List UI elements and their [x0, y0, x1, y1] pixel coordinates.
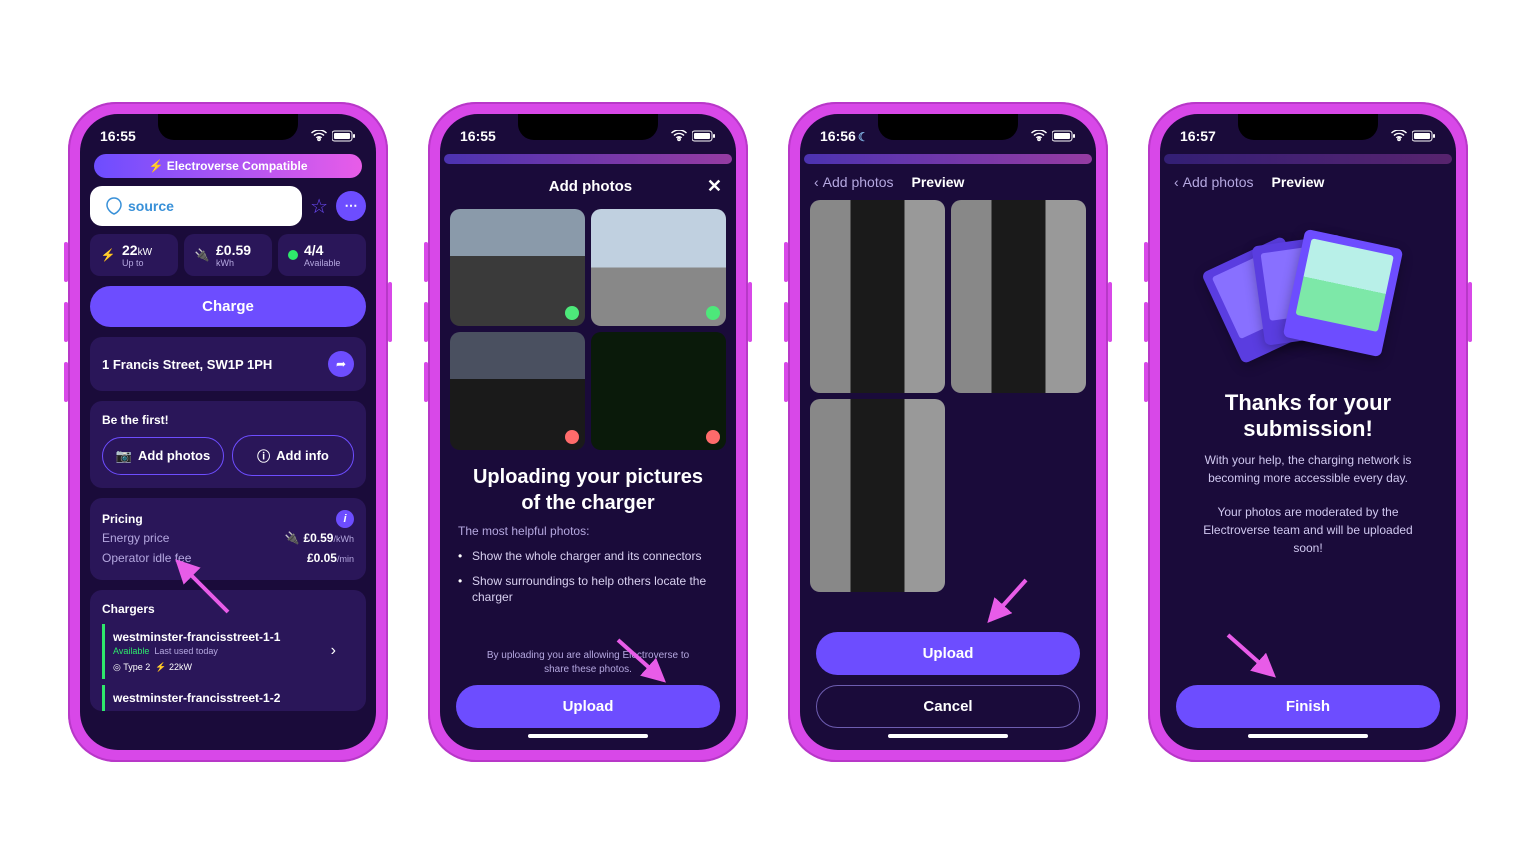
phone-mockup-4: 16:57 ‹ Add photos Preview Thanks for yo…	[1148, 102, 1468, 762]
charger-item-2[interactable]: westminster-francisstreet-1-2	[102, 685, 354, 711]
pricing-title: Pricing	[102, 512, 143, 526]
finish-button[interactable]: Finish	[1176, 685, 1440, 728]
chargers-section: Chargers westminster-francisstreet-1-1 A…	[90, 590, 366, 711]
wifi-icon	[1031, 130, 1047, 142]
charger-name: westminster-francisstreet-1-2	[113, 691, 346, 705]
tip-item: Show surroundings to help others locate …	[458, 569, 718, 611]
home-indicator	[1248, 734, 1368, 738]
tips-list: Show the whole charger and its connector…	[440, 538, 736, 610]
upload-button[interactable]: Upload	[456, 685, 720, 728]
preview-tab: Preview	[1272, 174, 1325, 190]
upload-button[interactable]: Upload	[816, 632, 1080, 675]
moon-icon: ☾	[858, 130, 869, 144]
energy-label: Energy price	[102, 531, 169, 545]
plug-icon: 🔌	[194, 248, 210, 262]
add-photos-button[interactable]: 📷 Add photos	[102, 437, 224, 475]
close-icon[interactable]: ✕	[707, 176, 722, 197]
disclaimer-text: By uploading you are allowing Electrover…	[456, 649, 720, 677]
thanks-illustration	[1208, 220, 1408, 380]
first-section: Be the first! 📷 Add photos ⓘ Add info	[90, 401, 366, 488]
sample-photo-1	[450, 209, 585, 326]
preview-header: ‹ Add photos Preview	[1160, 164, 1456, 200]
pricing-section: Pricing i Energy price 🔌£0.59/kWh Operato…	[90, 498, 366, 580]
battery-icon	[1412, 130, 1436, 142]
stat-power: ⚡ 22kWUp to	[90, 234, 178, 276]
stat-price: 🔌 £0.59kWh	[184, 234, 272, 276]
favorite-icon[interactable]: ☆	[310, 194, 328, 219]
wifi-icon	[671, 130, 687, 142]
preview-photo-2[interactable]	[951, 200, 1086, 393]
plug-icon: 🔌	[285, 531, 300, 545]
more-button[interactable]: ⋯	[336, 191, 366, 221]
back-button[interactable]: ‹ Add photos	[814, 174, 894, 190]
info-icon: ⓘ	[257, 446, 270, 465]
operator-name: source	[128, 198, 174, 214]
sample-photo-4	[591, 332, 726, 449]
back-button[interactable]: ‹ Add photos	[1174, 174, 1254, 190]
navigate-icon[interactable]: ➦	[328, 351, 354, 377]
charge-button[interactable]: Charge	[90, 286, 366, 327]
home-indicator	[528, 734, 648, 738]
phone-mockup-2: 16:55 Add photos ✕ Uploading your pictur…	[428, 102, 748, 762]
be-first-label: Be the first!	[102, 413, 354, 427]
chargers-title: Chargers	[102, 602, 354, 616]
bad-indicator	[706, 430, 720, 444]
notch	[1238, 114, 1378, 140]
bad-indicator	[565, 430, 579, 444]
home-indicator	[888, 734, 1008, 738]
pricing-info-icon[interactable]: i	[336, 510, 354, 528]
preview-photo-1[interactable]	[810, 200, 945, 393]
camera-icon: 📷	[116, 448, 132, 464]
battery-icon	[332, 130, 356, 142]
charger-item-1[interactable]: westminster-francisstreet-1-1 Available …	[102, 624, 354, 679]
bolt-icon: ⚡	[100, 248, 116, 262]
notch	[158, 114, 298, 140]
status-icons	[311, 130, 356, 142]
price-row-idle: Operator idle fee £0.05/min	[102, 548, 354, 568]
compat-banner: ⚡ Electroverse Compatible	[94, 154, 362, 178]
notch	[878, 114, 1018, 140]
preview-tab: Preview	[912, 174, 965, 190]
stat-avail: 4/4Available	[278, 234, 366, 276]
sample-photo-2	[591, 209, 726, 326]
status-time: 16:56☾	[820, 128, 869, 144]
price-row-energy: Energy price 🔌£0.59/kWh	[102, 528, 354, 548]
compat-peek	[444, 154, 732, 164]
phone-mockup-3: 16:56☾ ‹ Add photos Preview Upload Cance…	[788, 102, 1108, 762]
preview-header: ‹ Add photos Preview	[800, 164, 1096, 200]
wifi-icon	[311, 130, 327, 142]
phone-mockup-1: 16:55 ⚡ Electroverse Compatible source ☆…	[68, 102, 388, 762]
thanks-body-2: Your photos are moderated by the Electro…	[1160, 495, 1456, 565]
battery-icon	[1052, 130, 1076, 142]
tip-item: Show the whole charger and its connector…	[458, 544, 718, 569]
battery-icon	[692, 130, 716, 142]
modal-title: Add photos	[474, 178, 707, 195]
address-text: 1 Francis Street, SW1P 1PH	[102, 357, 272, 372]
good-indicator	[565, 306, 579, 320]
upload-heading: Uploading your pictures of the charger	[440, 450, 736, 524]
compat-peek	[804, 154, 1092, 164]
status-time: 16:55	[100, 128, 136, 144]
address-card[interactable]: 1 Francis Street, SW1P 1PH ➦	[90, 337, 366, 391]
thanks-heading: Thanks for your submission!	[1160, 390, 1456, 443]
chevron-right-icon: ›	[331, 642, 336, 660]
modal-header: Add photos ✕	[440, 164, 736, 209]
operator-logo[interactable]: source	[90, 186, 302, 226]
available-dot	[288, 250, 298, 260]
good-indicator	[706, 306, 720, 320]
wifi-icon	[1391, 130, 1407, 142]
charger-name: westminster-francisstreet-1-1	[113, 630, 346, 644]
status-time: 16:55	[460, 128, 496, 144]
notch	[518, 114, 658, 140]
thanks-body-1: With your help, the charging network is …	[1160, 443, 1456, 495]
upload-subheading: The most helpful photos:	[440, 524, 736, 538]
idle-label: Operator idle fee	[102, 551, 191, 565]
add-info-button[interactable]: ⓘ Add info	[232, 435, 354, 476]
cancel-button[interactable]: Cancel	[816, 685, 1080, 728]
compat-peek	[1164, 154, 1452, 164]
preview-photo-3[interactable]	[810, 399, 945, 592]
sample-photo-3	[450, 332, 585, 449]
status-time: 16:57	[1180, 128, 1216, 144]
